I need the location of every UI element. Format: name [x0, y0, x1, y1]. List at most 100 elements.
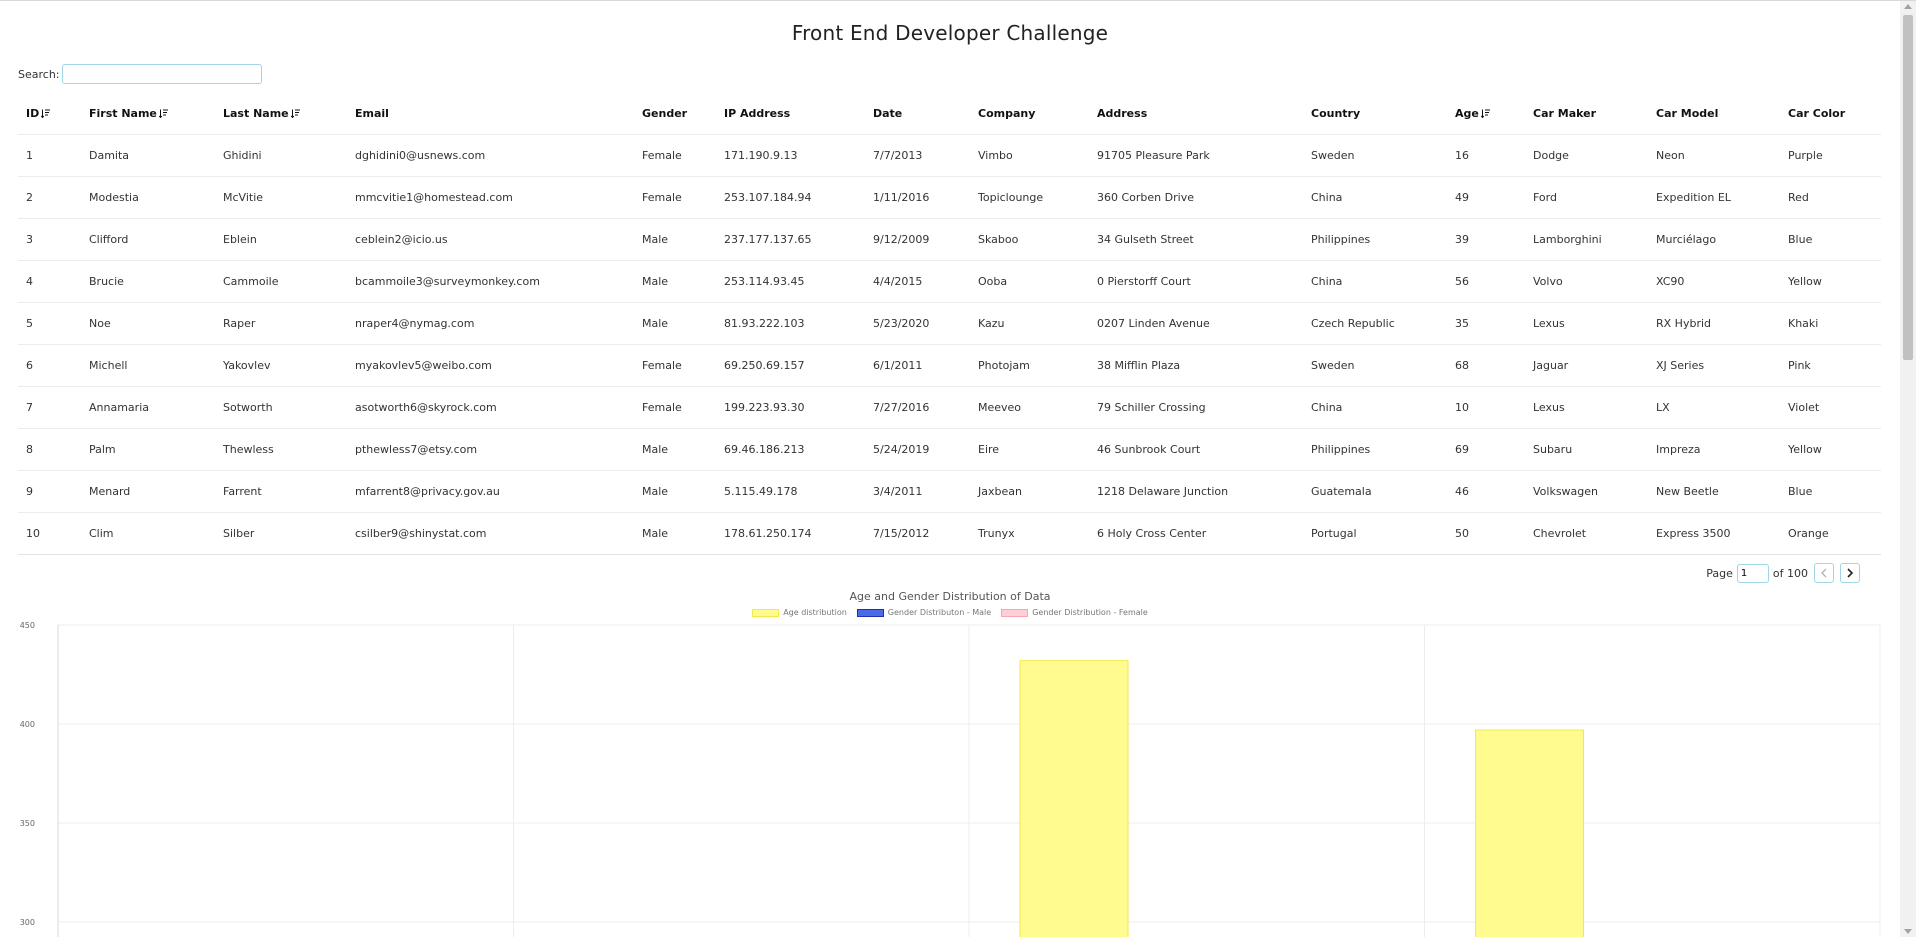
page-label: Page: [1706, 566, 1733, 580]
column-header-label: First Name: [89, 106, 157, 120]
table-cell: Cammoile: [215, 260, 347, 303]
column-header-label: Gender: [642, 107, 688, 120]
table-cell: Farrent: [215, 470, 347, 513]
table-cell: 91705 Pleasure Park: [1089, 134, 1303, 177]
table-cell: Yakovlev: [215, 344, 347, 387]
column-header-id[interactable]: ID: [18, 93, 81, 135]
table-cell: Czech Republic: [1303, 302, 1447, 345]
table-cell: Damita: [81, 134, 215, 177]
table-cell: Philippines: [1303, 428, 1447, 471]
table-cell: myakovlev5@weibo.com: [347, 344, 634, 387]
prev-page-button[interactable]: [1814, 563, 1834, 583]
table-row[interactable]: 1 Damita Ghidini dghidini0@usnews.com Female…: [18, 134, 1881, 177]
y-tick-label: 450: [20, 621, 35, 630]
y-tick-label: 300: [20, 918, 35, 927]
table-cell: 6 Holy Cross Center: [1089, 512, 1303, 555]
sort-icon[interactable]: [290, 108, 300, 121]
table-cell: China: [1303, 386, 1447, 429]
table-cell: Female: [634, 386, 716, 429]
table-cell: 9: [18, 470, 81, 513]
table-cell: 5/23/2020: [865, 302, 970, 345]
table-cell: McVitie: [215, 176, 347, 219]
table-cell: China: [1303, 176, 1447, 219]
table-cell: Blue: [1780, 218, 1881, 261]
table-cell: 178.61.250.174: [716, 512, 865, 555]
table-cell: Subaru: [1525, 428, 1648, 471]
table-cell: Male: [634, 260, 716, 303]
column-header-gender: Gender: [634, 93, 716, 135]
table-row[interactable]: 5 Noe Raper nraper4@nymag.com Male 81.93.222.…: [18, 302, 1881, 345]
table-cell: Female: [634, 344, 716, 387]
table-cell: 1/11/2016: [865, 176, 970, 219]
page-number-input[interactable]: [1736, 563, 1769, 583]
table-cell: Volvo: [1525, 260, 1648, 303]
table-cell: 1: [18, 134, 81, 177]
table-row[interactable]: 7 Annamaria Sotworth asotworth6@skyrock.com…: [18, 386, 1881, 429]
table-cell: Clim: [81, 512, 215, 555]
table-cell: 6: [18, 344, 81, 387]
page: Front End Developer Challenge Search: ID…: [0, 1, 1900, 937]
table-cell: 38 Mifflin Plaza: [1089, 344, 1303, 387]
table-cell: 253.114.93.45: [716, 260, 865, 303]
table-cell: Modestia: [81, 176, 215, 219]
table-cell: 16: [1447, 134, 1525, 177]
column-header-last-name[interactable]: Last Name: [215, 93, 347, 135]
scroll-down-arrow-icon[interactable]: [1904, 929, 1912, 934]
table-cell: 68: [1447, 344, 1525, 387]
bar-age-distribution: [1019, 660, 1129, 937]
table-cell: Palm: [81, 428, 215, 471]
table-cell: 0 Pierstorff Court: [1089, 260, 1303, 303]
column-header-age[interactable]: Age: [1447, 93, 1525, 135]
page-scrollbar[interactable]: [1900, 1, 1916, 937]
table-cell: Dodge: [1525, 134, 1648, 177]
table-cell: 7/15/2012: [865, 512, 970, 555]
column-header-label: IP Address: [724, 107, 791, 120]
search-label: Search:: [18, 67, 60, 81]
table-cell: Male: [634, 302, 716, 345]
table-cell: China: [1303, 260, 1447, 303]
table-cell: Thewless: [215, 428, 347, 471]
chevron-right-icon: [1847, 568, 1854, 578]
table-row[interactable]: 3 Clifford Eblein ceblein2@icio.us Male 237.1…: [18, 218, 1881, 261]
table-cell: Brucie: [81, 260, 215, 303]
sort-icon[interactable]: [41, 108, 51, 121]
table-cell: nraper4@nymag.com: [347, 302, 634, 345]
table-cell: bcammoile3@surveymonkey.com: [347, 260, 634, 303]
column-header-label: Address: [1097, 107, 1148, 120]
search-input[interactable]: [61, 64, 262, 84]
column-header-first-name[interactable]: First Name: [81, 93, 215, 135]
table-cell: Red: [1780, 176, 1881, 219]
table-cell: Lexus: [1525, 386, 1648, 429]
table-cell: Vimbo: [970, 134, 1089, 177]
table-cell: Neon: [1648, 134, 1780, 177]
column-header-label: ID: [26, 106, 40, 120]
table-row[interactable]: 8 Palm Thewless pthewless7@etsy.com Male 69.4…: [18, 428, 1881, 471]
search-bar: Search:: [18, 64, 262, 84]
column-header-car-maker: Car Maker: [1525, 93, 1648, 135]
table-row[interactable]: 10 Clim Silber csilber9@shinystat.com Male 17…: [18, 512, 1881, 555]
table-cell: Male: [634, 512, 716, 555]
table-row[interactable]: 9 Menard Farrent mfarrent8@privacy.gov.au Ma…: [18, 470, 1881, 513]
column-header-label: Car Model: [1656, 107, 1719, 120]
table-row[interactable]: 4 Brucie Cammoile bcammoile3@surveymonkey.c…: [18, 260, 1881, 303]
table-cell: 171.190.9.13: [716, 134, 865, 177]
page-total: of 100: [1772, 566, 1808, 580]
table-cell: 46: [1447, 470, 1525, 513]
sort-icon[interactable]: [1480, 108, 1490, 121]
scrollbar-thumb[interactable]: [1903, 15, 1913, 360]
table-cell: Yellow: [1780, 260, 1881, 303]
scroll-up-arrow-icon[interactable]: [1904, 4, 1912, 9]
next-page-button[interactable]: [1840, 563, 1860, 583]
table-cell: Expedition EL: [1648, 176, 1780, 219]
table-cell: Menard: [81, 470, 215, 513]
sort-icon[interactable]: [158, 108, 168, 121]
table-row[interactable]: 2 Modestia McVitie mmcvitie1@homestead.com F…: [18, 176, 1881, 219]
page-title: Front End Developer Challenge: [791, 21, 1109, 45]
table-cell: mmcvitie1@homestead.com: [347, 176, 634, 219]
table-cell: Purple: [1780, 134, 1881, 177]
table-cell: 6/1/2011: [865, 344, 970, 387]
table-cell: Blue: [1780, 470, 1881, 513]
table-row[interactable]: 6 Michell Yakovlev myakovlev5@weibo.com Fema…: [18, 344, 1881, 387]
table-cell: Lexus: [1525, 302, 1648, 345]
table-cell: 5/24/2019: [865, 428, 970, 471]
